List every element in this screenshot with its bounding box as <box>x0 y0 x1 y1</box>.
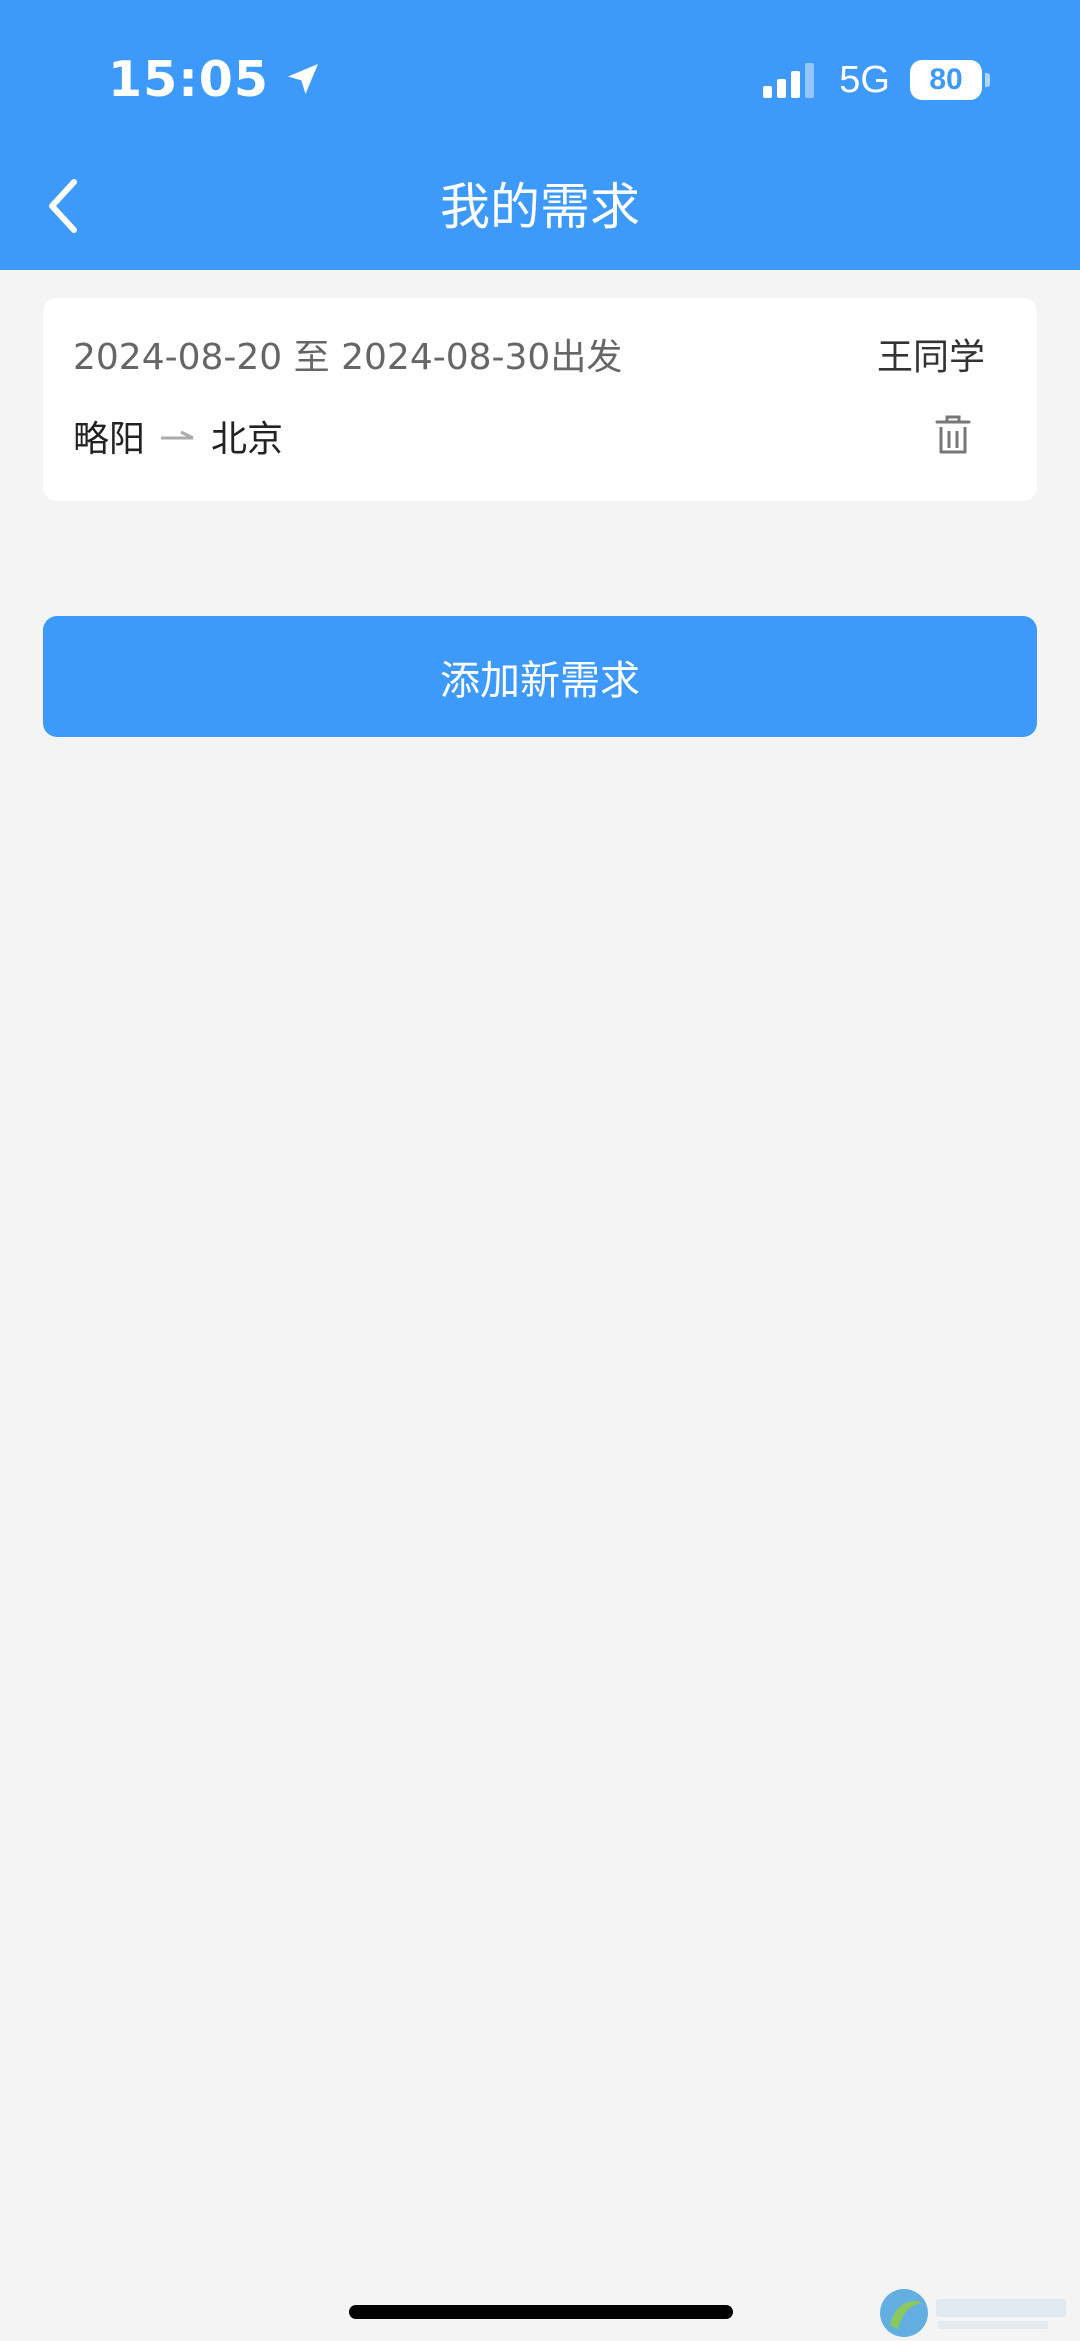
watermark-logo <box>880 2289 1066 2337</box>
battery-cap <box>985 73 990 87</box>
arrow-right-icon <box>161 430 194 440</box>
battery-icon: 80 <box>910 60 982 100</box>
battery-level: 80 <box>929 63 963 96</box>
header-bar: 15:05 5G 80 我的需求 <box>0 0 1080 270</box>
route-origin: 略阳 <box>73 419 146 460</box>
cellular-signal-icon <box>763 63 815 98</box>
add-new-demand-button[interactable]: 添加新需求 <box>43 616 1037 737</box>
location-arrow-icon <box>287 64 318 94</box>
trash-icon[interactable] <box>935 414 971 456</box>
status-bar-right: 5G 80 <box>763 52 990 108</box>
route-destination: 北京 <box>211 419 284 460</box>
demand-user-name: 王同学 <box>876 337 985 378</box>
demand-card[interactable]: 2024-08-20 至 2024-08-30出发 王同学 略阳 北京 <box>43 298 1037 501</box>
demand-route: 略阳 北京 <box>73 411 283 461</box>
page-title: 我的需求 <box>440 178 640 236</box>
network-type: 5G <box>839 58 890 101</box>
status-bar-left: 15:05 <box>108 44 323 114</box>
status-time: 15:05 <box>108 50 269 108</box>
home-indicator <box>349 2305 733 2319</box>
demand-date-range: 2024-08-20 至 2024-08-30出发 <box>73 337 623 378</box>
